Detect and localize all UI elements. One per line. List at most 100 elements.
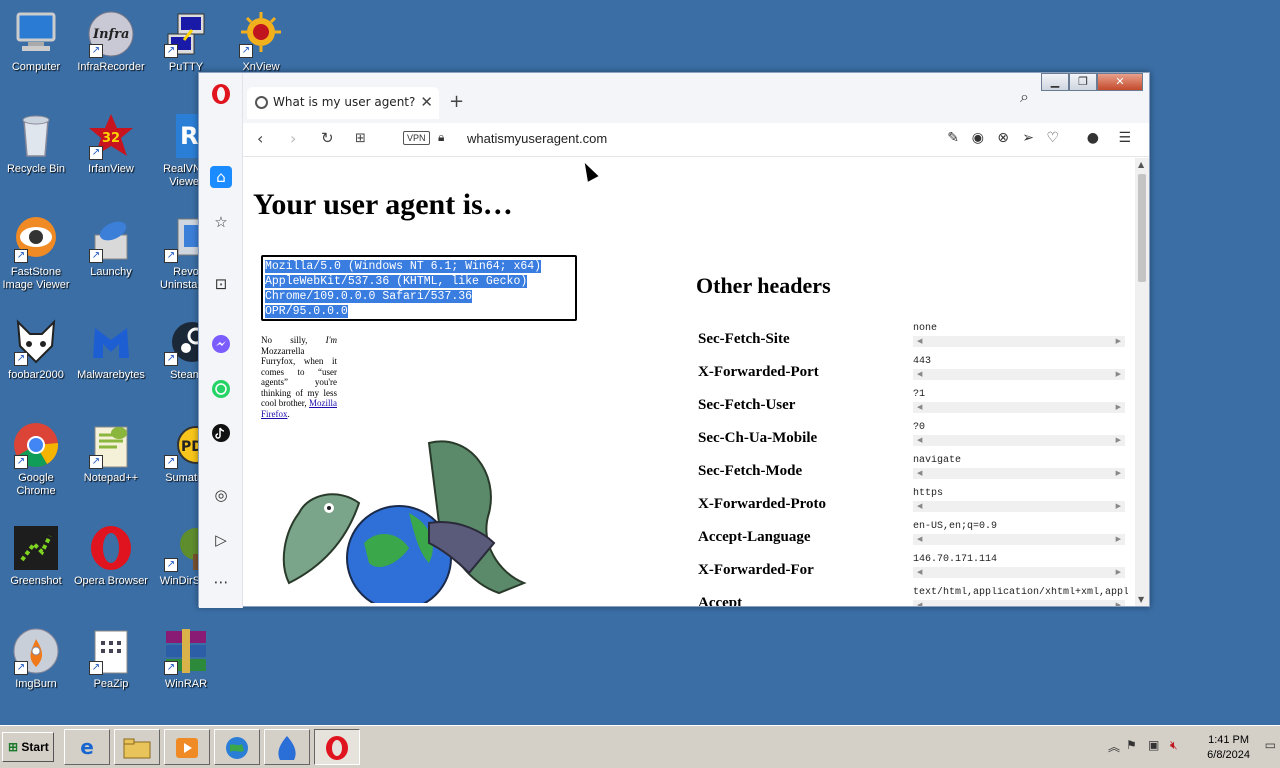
header-value[interactable]: ?1 xyxy=(913,389,1128,400)
scroll-left-icon[interactable]: ◀ xyxy=(917,337,922,345)
page-scrollbar[interactable]: ▲ ▼ xyxy=(1135,158,1149,606)
forward-icon[interactable]: › xyxy=(290,129,296,148)
scroll-left-icon[interactable]: ◀ xyxy=(917,436,922,444)
sidebar-home-icon[interactable]: ⌂ xyxy=(210,166,232,188)
scroll-down-icon[interactable]: ▼ xyxy=(1138,595,1144,604)
tab-what-is-my-user-agent[interactable]: What is my user agent? ✕ xyxy=(247,87,439,119)
scroll-right-icon[interactable]: ▶ xyxy=(1116,337,1121,345)
taskbar-explorer-folder-icon[interactable] xyxy=(114,729,160,765)
scroll-right-icon[interactable]: ▶ xyxy=(1116,568,1121,576)
desktop-icon-xnview[interactable]: ↗ XnView xyxy=(223,10,299,74)
taskbar-media-player-icon[interactable] xyxy=(164,729,210,765)
volume-muted-icon[interactable]: 🔇︎ xyxy=(1170,738,1178,753)
scroll-up-icon[interactable]: ▲ xyxy=(1138,160,1144,169)
sidebar-player-icon[interactable]: ◎ xyxy=(210,484,232,506)
header-value-scrollbar[interactable]: ◀ ▶ xyxy=(913,600,1125,606)
sidebar-more-icon[interactable]: ⋯ xyxy=(210,571,232,593)
header-value-scrollbar[interactable]: ◀ ▶ xyxy=(913,567,1125,578)
header-value[interactable]: ?0 xyxy=(913,422,1128,433)
header-value[interactable]: en-US,en;q=0.9 xyxy=(913,521,1128,532)
opera-logo-icon[interactable] xyxy=(210,83,232,105)
header-value[interactable]: none xyxy=(913,323,1128,334)
snapshot-camera-icon[interactable]: ◉ xyxy=(972,130,984,146)
vpn-badge[interactable]: VPN xyxy=(403,131,430,145)
scroll-left-icon[interactable]: ◀ xyxy=(917,568,922,576)
taskbar-network-globe-icon[interactable] xyxy=(214,729,260,765)
desktop-icon-computer[interactable]: Computer xyxy=(0,10,74,74)
header-value-scrollbar[interactable]: ◀ ▶ xyxy=(913,435,1125,446)
taskbar-app-icon[interactable] xyxy=(264,729,310,765)
scroll-left-icon[interactable]: ◀ xyxy=(917,502,922,510)
header-value[interactable]: 146.70.171.114 xyxy=(913,554,1128,565)
scroll-right-icon[interactable]: ▶ xyxy=(1116,502,1121,510)
header-value[interactable]: navigate xyxy=(913,455,1128,466)
reload-icon[interactable]: ↻ xyxy=(321,129,334,147)
scroll-left-icon[interactable]: ◀ xyxy=(917,370,922,378)
desktop-icon-recycle-bin[interactable]: Recycle Bin xyxy=(0,112,74,176)
new-tab-plus-icon[interactable]: + xyxy=(449,91,464,112)
desktop-icon-irfanview[interactable]: 32 ↗ IrfanView xyxy=(73,112,149,176)
tab-grid-icon[interactable]: ⊞ xyxy=(355,131,366,146)
scroll-left-icon[interactable]: ◀ xyxy=(917,535,922,543)
network-icon[interactable]: ▣ xyxy=(1148,738,1159,752)
desktop-icon-infrarecorder[interactable]: Infra ↗ InfraRecorder xyxy=(73,10,149,74)
header-value-scrollbar[interactable]: ◀ ▶ xyxy=(913,468,1125,479)
desktop-icon-greenshot[interactable]: Greenshot xyxy=(0,524,74,588)
header-value-scrollbar[interactable]: ◀ ▶ xyxy=(913,501,1125,512)
desktop-icon-faststone[interactable]: ↗ FastStone Image Viewer xyxy=(0,215,74,292)
close-button[interactable]: ✕ xyxy=(1097,73,1143,91)
header-value-scrollbar[interactable]: ◀ ▶ xyxy=(913,534,1125,545)
url-field[interactable]: whatismyuseragent.com xyxy=(467,131,607,146)
user-agent-textbox[interactable]: Mozilla/5.0 (Windows NT 6.1; Win64; x64)… xyxy=(261,255,577,321)
scroll-right-icon[interactable]: ▶ xyxy=(1116,370,1121,378)
start-button[interactable]: ⊞ Start xyxy=(2,732,54,762)
sidebar-messenger-icon[interactable] xyxy=(210,333,232,355)
sidebar-speed-dial-icon[interactable]: ☆ xyxy=(210,211,232,233)
tab-close-icon[interactable]: ✕ xyxy=(420,93,433,111)
taskbar-opera-icon[interactable] xyxy=(314,729,360,765)
scrollbar-thumb[interactable] xyxy=(1138,174,1146,282)
header-value[interactable]: text/html,application/xhtml+xml,appl xyxy=(913,587,1128,598)
sidebar-whatsapp-icon[interactable] xyxy=(210,378,232,400)
desktop-icon-imgburn[interactable]: ↗ ImgBurn xyxy=(0,627,74,691)
scroll-right-icon[interactable]: ▶ xyxy=(1116,601,1121,606)
scroll-right-icon[interactable]: ▶ xyxy=(1116,403,1121,411)
show-desktop-icon[interactable]: ▭ xyxy=(1265,738,1276,752)
desktop-icon-foobar[interactable]: ↗ foobar2000 xyxy=(0,318,74,382)
lock-icon[interactable]: 🔒︎ xyxy=(438,130,444,145)
tab-search-icon[interactable]: ⌕ xyxy=(1020,87,1029,107)
show-hidden-icons-chevron-icon[interactable]: ︽ xyxy=(1108,738,1120,755)
maximize-button[interactable]: ❐ xyxy=(1069,73,1097,91)
scroll-right-icon[interactable]: ▶ xyxy=(1116,469,1121,477)
easy-setup-icon[interactable]: ☰ xyxy=(1118,130,1131,146)
profile-icon[interactable]: ● xyxy=(1087,130,1099,146)
desktop-icon-peazip[interactable]: ↗ PeaZip xyxy=(73,627,149,691)
back-icon[interactable]: ‹ xyxy=(257,129,263,148)
heart-icon[interactable]: ♡ xyxy=(1046,130,1059,146)
scroll-left-icon[interactable]: ◀ xyxy=(917,601,922,606)
minimize-button[interactable]: ▁ xyxy=(1041,73,1069,91)
desktop-icon-putty[interactable]: ↗ PuTTY xyxy=(148,10,224,74)
header-value-scrollbar[interactable]: ◀ ▶ xyxy=(913,402,1125,413)
action-center-flag-icon[interactable]: ⚑ xyxy=(1126,738,1137,752)
desktop-icon-opera[interactable]: Opera Browser xyxy=(73,524,149,588)
scroll-right-icon[interactable]: ▶ xyxy=(1116,436,1121,444)
edit-icon[interactable]: ✎ xyxy=(947,130,959,146)
send-flow-icon[interactable]: ➢ xyxy=(1022,130,1034,146)
desktop-icon-malwarebytes[interactable]: Malwarebytes xyxy=(73,318,149,382)
desktop-icon-notepadpp[interactable]: ↗ Notepad++ xyxy=(73,421,149,485)
header-value[interactable]: https xyxy=(913,488,1128,499)
clock[interactable]: 1:41 PM 6/8/2024 xyxy=(1207,733,1250,763)
scroll-left-icon[interactable]: ◀ xyxy=(917,403,922,411)
desktop-icon-launchy[interactable]: ↗ Launchy xyxy=(73,215,149,279)
desktop-icon-winrar[interactable]: ↗ WinRAR xyxy=(148,627,224,691)
sidebar-send-icon[interactable]: ▷ xyxy=(210,529,232,551)
scroll-left-icon[interactable]: ◀ xyxy=(917,469,922,477)
adblock-icon[interactable]: ⊗ xyxy=(997,130,1009,146)
header-value[interactable]: 443 xyxy=(913,356,1128,367)
sidebar-shopping-icon[interactable]: ⊡ xyxy=(210,273,232,295)
desktop-icon-google-chrome[interactable]: ↗ Google Chrome xyxy=(0,421,74,498)
taskbar-ie-icon[interactable]: e xyxy=(64,729,110,765)
sidebar-tiktok-icon[interactable] xyxy=(210,422,232,444)
scroll-right-icon[interactable]: ▶ xyxy=(1116,535,1121,543)
